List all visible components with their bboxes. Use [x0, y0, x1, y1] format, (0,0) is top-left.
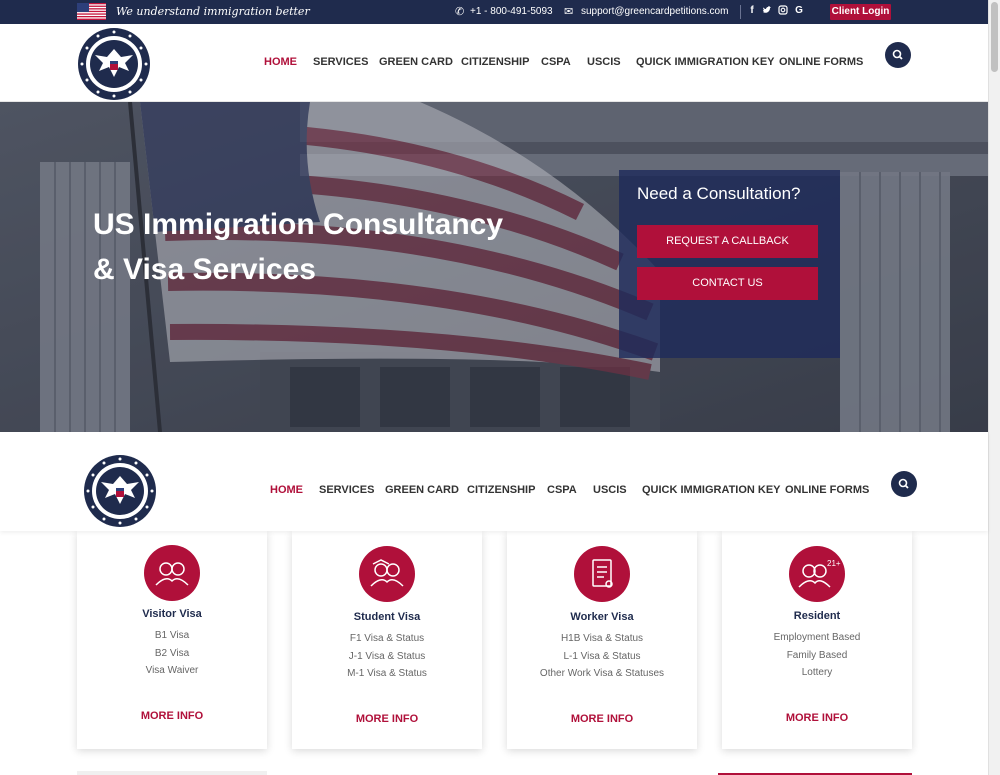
tagline: We understand immigration better [116, 5, 310, 18]
consultation-box: Need a Consultation? REQUEST A CALLBACK … [619, 170, 840, 358]
card-line[interactable]: F1 Visa & Status [292, 633, 482, 644]
nav-uscis[interactable]: USCIS [587, 56, 621, 68]
students-icon [359, 546, 415, 602]
svg-text:21+: 21+ [827, 559, 841, 568]
residents-21-icon: 21+ [789, 546, 845, 602]
card-line[interactable]: Family Based [722, 650, 912, 661]
hero-banner: US Immigration Consultancy & Visa Servic… [0, 102, 988, 432]
nav-citizenship[interactable]: CITIZENSHIP [467, 484, 535, 496]
sticky-header: HOME SERVICES GREEN CARD CITIZENSHIP CSP… [0, 432, 988, 531]
more-info-link[interactable]: MORE INFO [507, 713, 697, 725]
service-card-visitor-visa: Visitor Visa B1 Visa B2 Visa Visa Waiver… [77, 531, 267, 749]
nav-quick-immigration-key[interactable]: QUICK IMMIGRATION KEY [642, 484, 781, 496]
consultation-title: Need a Consultation? [637, 184, 801, 203]
contact-us-button[interactable]: CONTACT US [637, 267, 818, 300]
service-card-resident: 21+ Resident Employment Based Family Bas… [722, 531, 912, 749]
us-flag-icon [77, 3, 106, 20]
nav-services[interactable]: SERVICES [319, 484, 374, 496]
card-title: Resident [793, 610, 841, 622]
google-icon[interactable]: G [794, 5, 804, 16]
scrollbar[interactable] [988, 0, 1000, 775]
instagram-icon[interactable] [778, 5, 788, 18]
nav-green-card[interactable]: GREEN CARD [379, 56, 453, 68]
nav-green-card[interactable]: GREEN CARD [385, 484, 459, 496]
nav-online-forms[interactable]: ONLINE FORMS [779, 56, 863, 68]
envelope-icon: ✉ [564, 6, 574, 18]
main-header: HOME SERVICES GREEN CARD CITIZENSHIP CSP… [0, 24, 988, 102]
eagle-seal-logo[interactable] [83, 454, 157, 528]
more-info-link[interactable]: MORE INFO [77, 710, 267, 722]
nav-cspa[interactable]: CSPA [547, 484, 577, 496]
twitter-icon[interactable] [762, 5, 772, 18]
nav-home[interactable]: HOME [264, 56, 297, 68]
eagle-seal-logo[interactable] [77, 27, 151, 101]
search-button[interactable] [885, 42, 911, 68]
card-line[interactable]: L-1 Visa & Status [507, 651, 697, 662]
card-line[interactable]: Visa Waiver [77, 665, 267, 676]
phone-number[interactable]: +1 - 800-491-5093 [470, 6, 553, 17]
nav-cspa[interactable]: CSPA [541, 56, 571, 68]
nav-services[interactable]: SERVICES [313, 56, 368, 68]
card-line[interactable]: H1B Visa & Status [507, 633, 697, 644]
hero-title-line2: & Visa Services [93, 253, 316, 286]
card-title: Student Visa [353, 611, 421, 623]
nav-citizenship[interactable]: CITIZENSHIP [461, 56, 529, 68]
hero-title: US Immigration Consultancy & Visa Servic… [93, 202, 573, 292]
next-card-edge [77, 771, 267, 775]
people-icon [144, 545, 200, 601]
card-line[interactable]: Employment Based [722, 632, 912, 643]
card-line[interactable]: B2 Visa [77, 648, 267, 659]
search-icon [892, 49, 903, 60]
request-callback-button[interactable]: REQUEST A CALLBACK [637, 225, 818, 258]
client-login-button[interactable]: Client Login [830, 4, 891, 20]
card-title: Worker Visa [570, 611, 634, 623]
card-line[interactable]: Lottery [722, 667, 912, 678]
more-info-link[interactable]: MORE INFO [292, 713, 482, 725]
card-line[interactable]: M-1 Visa & Status [292, 668, 482, 679]
email-link[interactable]: support@greencardpetitions.com [581, 6, 728, 17]
nav-online-forms[interactable]: ONLINE FORMS [785, 484, 869, 496]
document-icon [574, 546, 630, 602]
service-card-student-visa: Student Visa F1 Visa & Status J-1 Visa &… [292, 531, 482, 749]
nav-quick-immigration-key[interactable]: QUICK IMMIGRATION KEY [636, 56, 775, 68]
card-line[interactable]: J-1 Visa & Status [292, 651, 482, 662]
facebook-icon[interactable]: f [747, 5, 757, 16]
search-icon [898, 478, 909, 489]
top-bar: We understand immigration better ✆ +1 - … [0, 0, 988, 24]
card-line[interactable]: Other Work Visa & Statuses [507, 668, 697, 679]
search-button[interactable] [891, 471, 917, 497]
card-title: Visitor Visa [142, 608, 202, 620]
nav-uscis[interactable]: USCIS [593, 484, 627, 496]
nav-home[interactable]: HOME [270, 484, 303, 496]
divider [740, 5, 741, 19]
more-info-link[interactable]: MORE INFO [722, 712, 912, 724]
phone-icon: ✆ [455, 6, 465, 18]
service-card-worker-visa: Worker Visa H1B Visa & Status L-1 Visa &… [507, 531, 697, 749]
scrollbar-thumb[interactable] [991, 2, 998, 72]
hero-title-line1: US Immigration Consultancy [93, 208, 504, 241]
card-line[interactable]: B1 Visa [77, 630, 267, 641]
